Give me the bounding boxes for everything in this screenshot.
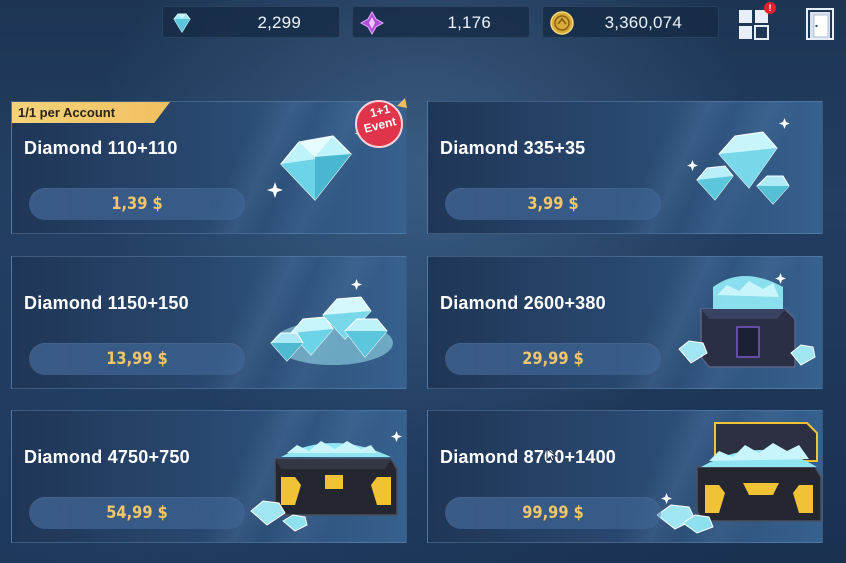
limit-ribbon-text: 1/1 per Account bbox=[18, 105, 116, 120]
product-card-diamond-335[interactable]: Diamond 335+35 3,99 $ bbox=[427, 101, 823, 234]
product-card-diamond-4750[interactable]: Diamond 4750+750 54,99 $ bbox=[11, 410, 407, 543]
gold-currency-display[interactable]: 3,360,074 bbox=[542, 6, 719, 38]
product-title: Diamond 4750+750 bbox=[24, 447, 190, 467]
product-card-diamond-2600[interactable]: Diamond 2600+380 29,99 $ bbox=[427, 256, 823, 389]
gold-coin-icon bbox=[550, 11, 574, 35]
diamond-open-chest-icon bbox=[657, 422, 822, 534]
mouse-cursor-icon bbox=[546, 448, 558, 462]
price-label: 54,99 $ bbox=[106, 503, 168, 523]
product-title: Diamond 8700+1400 bbox=[440, 447, 616, 467]
few-diamonds-icon bbox=[687, 118, 790, 205]
price-label: 3,99 $ bbox=[527, 194, 579, 214]
exit-button[interactable] bbox=[803, 6, 837, 40]
product-card-diamond-110[interactable]: 1/1 per Account Diamond 110+110 1,39 $ bbox=[11, 101, 407, 234]
product-title: Diamond 335+35 bbox=[440, 138, 586, 158]
notification-badge: ! bbox=[764, 2, 776, 14]
diamond-chest-icon bbox=[250, 431, 402, 532]
price-label: 13,99 $ bbox=[106, 349, 168, 369]
crystal-icon bbox=[359, 10, 385, 36]
product-card-diamond-8700[interactable]: Diamond 8700+1400 99,99 $ bbox=[427, 410, 823, 543]
menu-button[interactable]: ! bbox=[737, 2, 776, 40]
price-button[interactable]: 13,99 $ bbox=[29, 343, 245, 375]
limit-ribbon: 1/1 per Account bbox=[12, 102, 170, 123]
diamond-pile-icon bbox=[270, 279, 393, 365]
diamond-icon bbox=[173, 13, 191, 33]
gold-amount: 3,360,074 bbox=[604, 13, 682, 32]
price-button[interactable]: 54,99 $ bbox=[29, 497, 245, 529]
price-label: 1,39 $ bbox=[111, 194, 163, 214]
crystal-amount: 1,176 bbox=[447, 13, 491, 32]
event-badge: 1+1 Event bbox=[351, 96, 409, 150]
diamond-currency-display[interactable]: 2,299 bbox=[162, 6, 340, 38]
exit-door-icon bbox=[806, 8, 834, 40]
product-card-diamond-1150[interactable]: Diamond 1150+150 13,99 $ bbox=[11, 256, 407, 389]
price-button[interactable]: 99,99 $ bbox=[445, 497, 661, 529]
price-button[interactable]: 29,99 $ bbox=[445, 343, 661, 375]
diamond-amount: 2,299 bbox=[257, 13, 301, 32]
product-title: Diamond 2600+380 bbox=[440, 293, 606, 313]
price-label: 29,99 $ bbox=[522, 349, 584, 369]
price-button[interactable]: 1,39 $ bbox=[29, 188, 245, 220]
price-label: 99,99 $ bbox=[522, 503, 584, 523]
price-button[interactable]: 3,99 $ bbox=[445, 188, 661, 220]
product-title: Diamond 1150+150 bbox=[24, 293, 189, 313]
crystal-currency-display[interactable]: 1,176 bbox=[352, 6, 530, 38]
diamond-crate-icon bbox=[678, 273, 816, 368]
product-title: Diamond 110+110 bbox=[24, 138, 178, 158]
